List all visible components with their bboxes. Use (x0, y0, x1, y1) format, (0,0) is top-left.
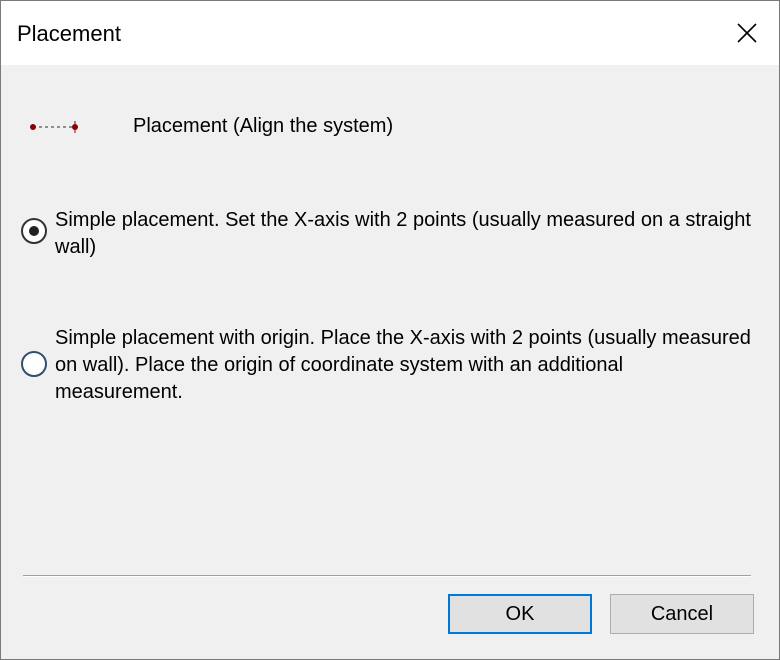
simple-placement-label[interactable]: Simple placement. Set the X-axis with 2 … (55, 207, 755, 261)
option-simple-placement[interactable]: Simple placement. Set the X-axis with 2 … (21, 207, 761, 267)
placement-heading: Placement (Align the system) (27, 113, 727, 141)
placement-heading-text: Placement (Align the system) (133, 115, 394, 137)
placement-with-origin-radio[interactable] (21, 351, 47, 377)
placement-dialog: Placement Placement (Align the system) S… (0, 0, 780, 660)
ok-button[interactable]: OK (448, 594, 592, 634)
option-placement-with-origin[interactable]: Simple placement with origin. Place the … (21, 325, 761, 409)
window-title: Placement (17, 21, 121, 46)
separator (23, 575, 751, 577)
close-icon (737, 23, 757, 43)
cancel-button[interactable]: Cancel (610, 594, 754, 634)
placement-with-origin-label[interactable]: Simple placement with origin. Place the … (55, 325, 755, 406)
simple-placement-radio[interactable] (21, 218, 47, 244)
dotted-line-points-icon (30, 121, 78, 133)
close-button[interactable] (715, 1, 779, 65)
title-bar: Placement (1, 1, 779, 65)
